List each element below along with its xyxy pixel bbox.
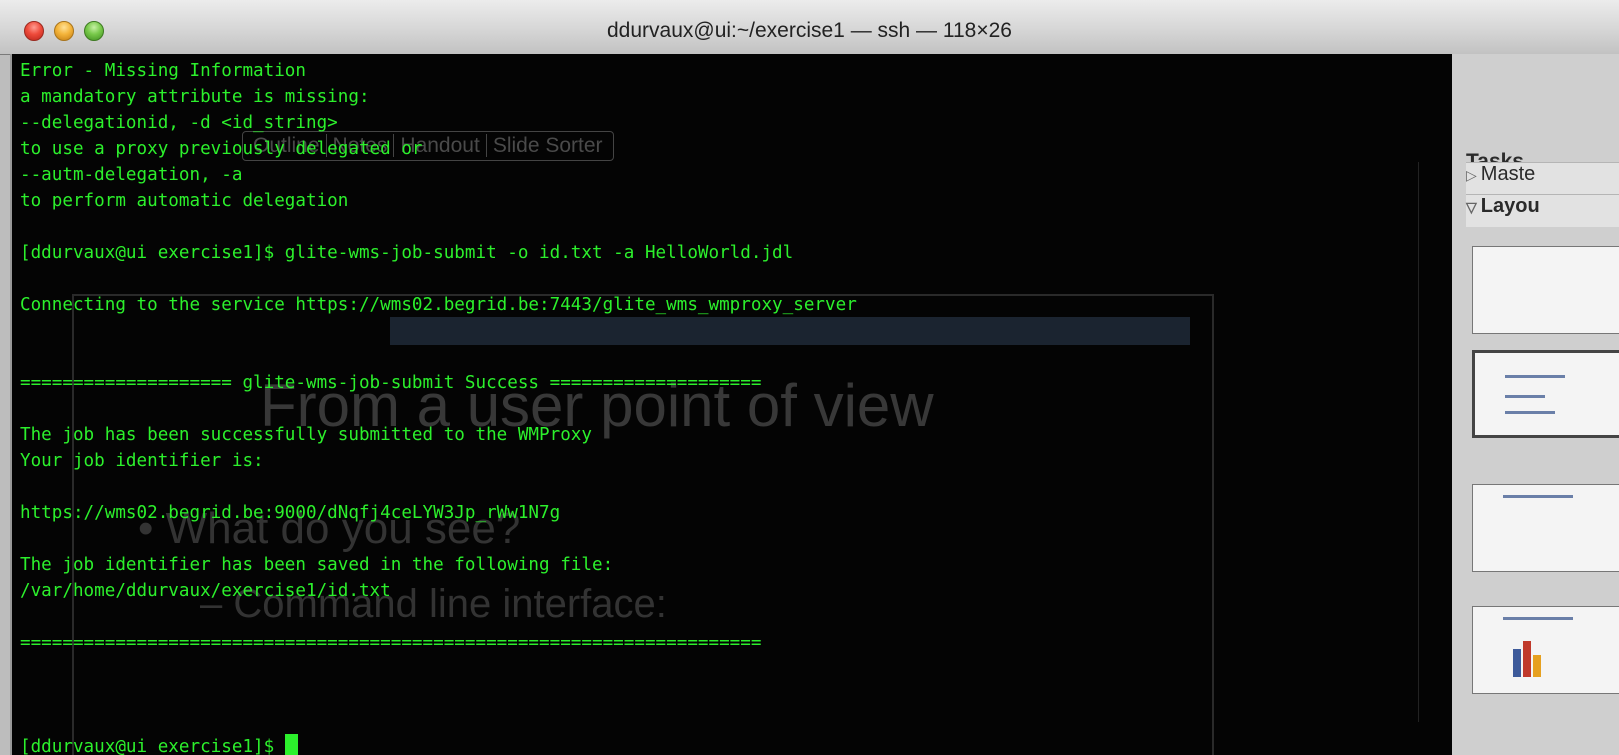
terminal-view[interactable]: Outline Notes Handout Slide Sorter From a u… xyxy=(10,54,1452,755)
terminal-line: --autm-delegation, -a xyxy=(20,165,243,185)
layout-thumbnail[interactable] xyxy=(1472,606,1619,694)
shell-prompt: [ddurvaux@ui exercise1]$ xyxy=(20,737,285,755)
terminal-line: [ddurvaux@ui exercise1]$ glite-wms-job-s… xyxy=(20,243,794,263)
window-title: ddurvaux@ui:~/exercise1 — ssh — 118×26 xyxy=(607,19,1012,42)
text-cursor xyxy=(284,734,298,755)
task-item-label: Layou xyxy=(1480,195,1540,217)
terminal-line: ==================== glite-wms-job-submi… xyxy=(20,373,762,393)
terminal-line: --delegationid, -d <id_string> xyxy=(20,113,338,133)
layout-thumbnail[interactable] xyxy=(1472,484,1619,572)
terminal-prompt-line[interactable]: [ddurvaux@ui exercise1]$ xyxy=(20,734,857,755)
task-item-master[interactable]: ▷ Maste xyxy=(1466,162,1619,195)
triangle-down-icon: ▽ xyxy=(1466,199,1477,215)
terminal-line: The job identifier has been saved in the… xyxy=(20,555,614,575)
terminal-line: Connecting to the service https://wms02.… xyxy=(20,295,857,315)
terminal-line: a mandatory attribute is missing: xyxy=(20,87,370,107)
terminal-line: The job has been successfully submitted … xyxy=(20,425,592,445)
terminal-line: /var/home/ddurvaux/exercise1/id.txt xyxy=(20,581,391,601)
window-title-bar[interactable]: ddurvaux@ui:~/exercise1 — ssh — 118×26 xyxy=(0,0,1619,55)
terminal-output: Error - Missing Information a mandatory a… xyxy=(20,58,857,755)
terminal-line: ========================================… xyxy=(20,633,762,653)
terminal-line: Error - Missing Information xyxy=(20,61,306,81)
terminal-line: to use a proxy previously delegated or xyxy=(20,139,423,159)
task-item-label: Maste xyxy=(1480,163,1536,185)
layout-thumbnail[interactable] xyxy=(1472,246,1619,334)
triangle-right-icon: ▷ xyxy=(1466,167,1477,183)
terminal-line: to perform automatic delegation xyxy=(20,191,349,211)
terminal-line: Your job identifier is: xyxy=(20,451,264,471)
layout-thumbnail[interactable] xyxy=(1472,350,1619,438)
scrollbar[interactable] xyxy=(1418,162,1445,722)
tasks-panel: Tasks ▷Maste ▽Layou xyxy=(1452,54,1619,755)
task-item-layouts[interactable]: ▽ Layou xyxy=(1466,194,1619,227)
terminal-line: https://wms02.begrid.be:9000/dNqfj4ceLYW… xyxy=(20,503,561,523)
